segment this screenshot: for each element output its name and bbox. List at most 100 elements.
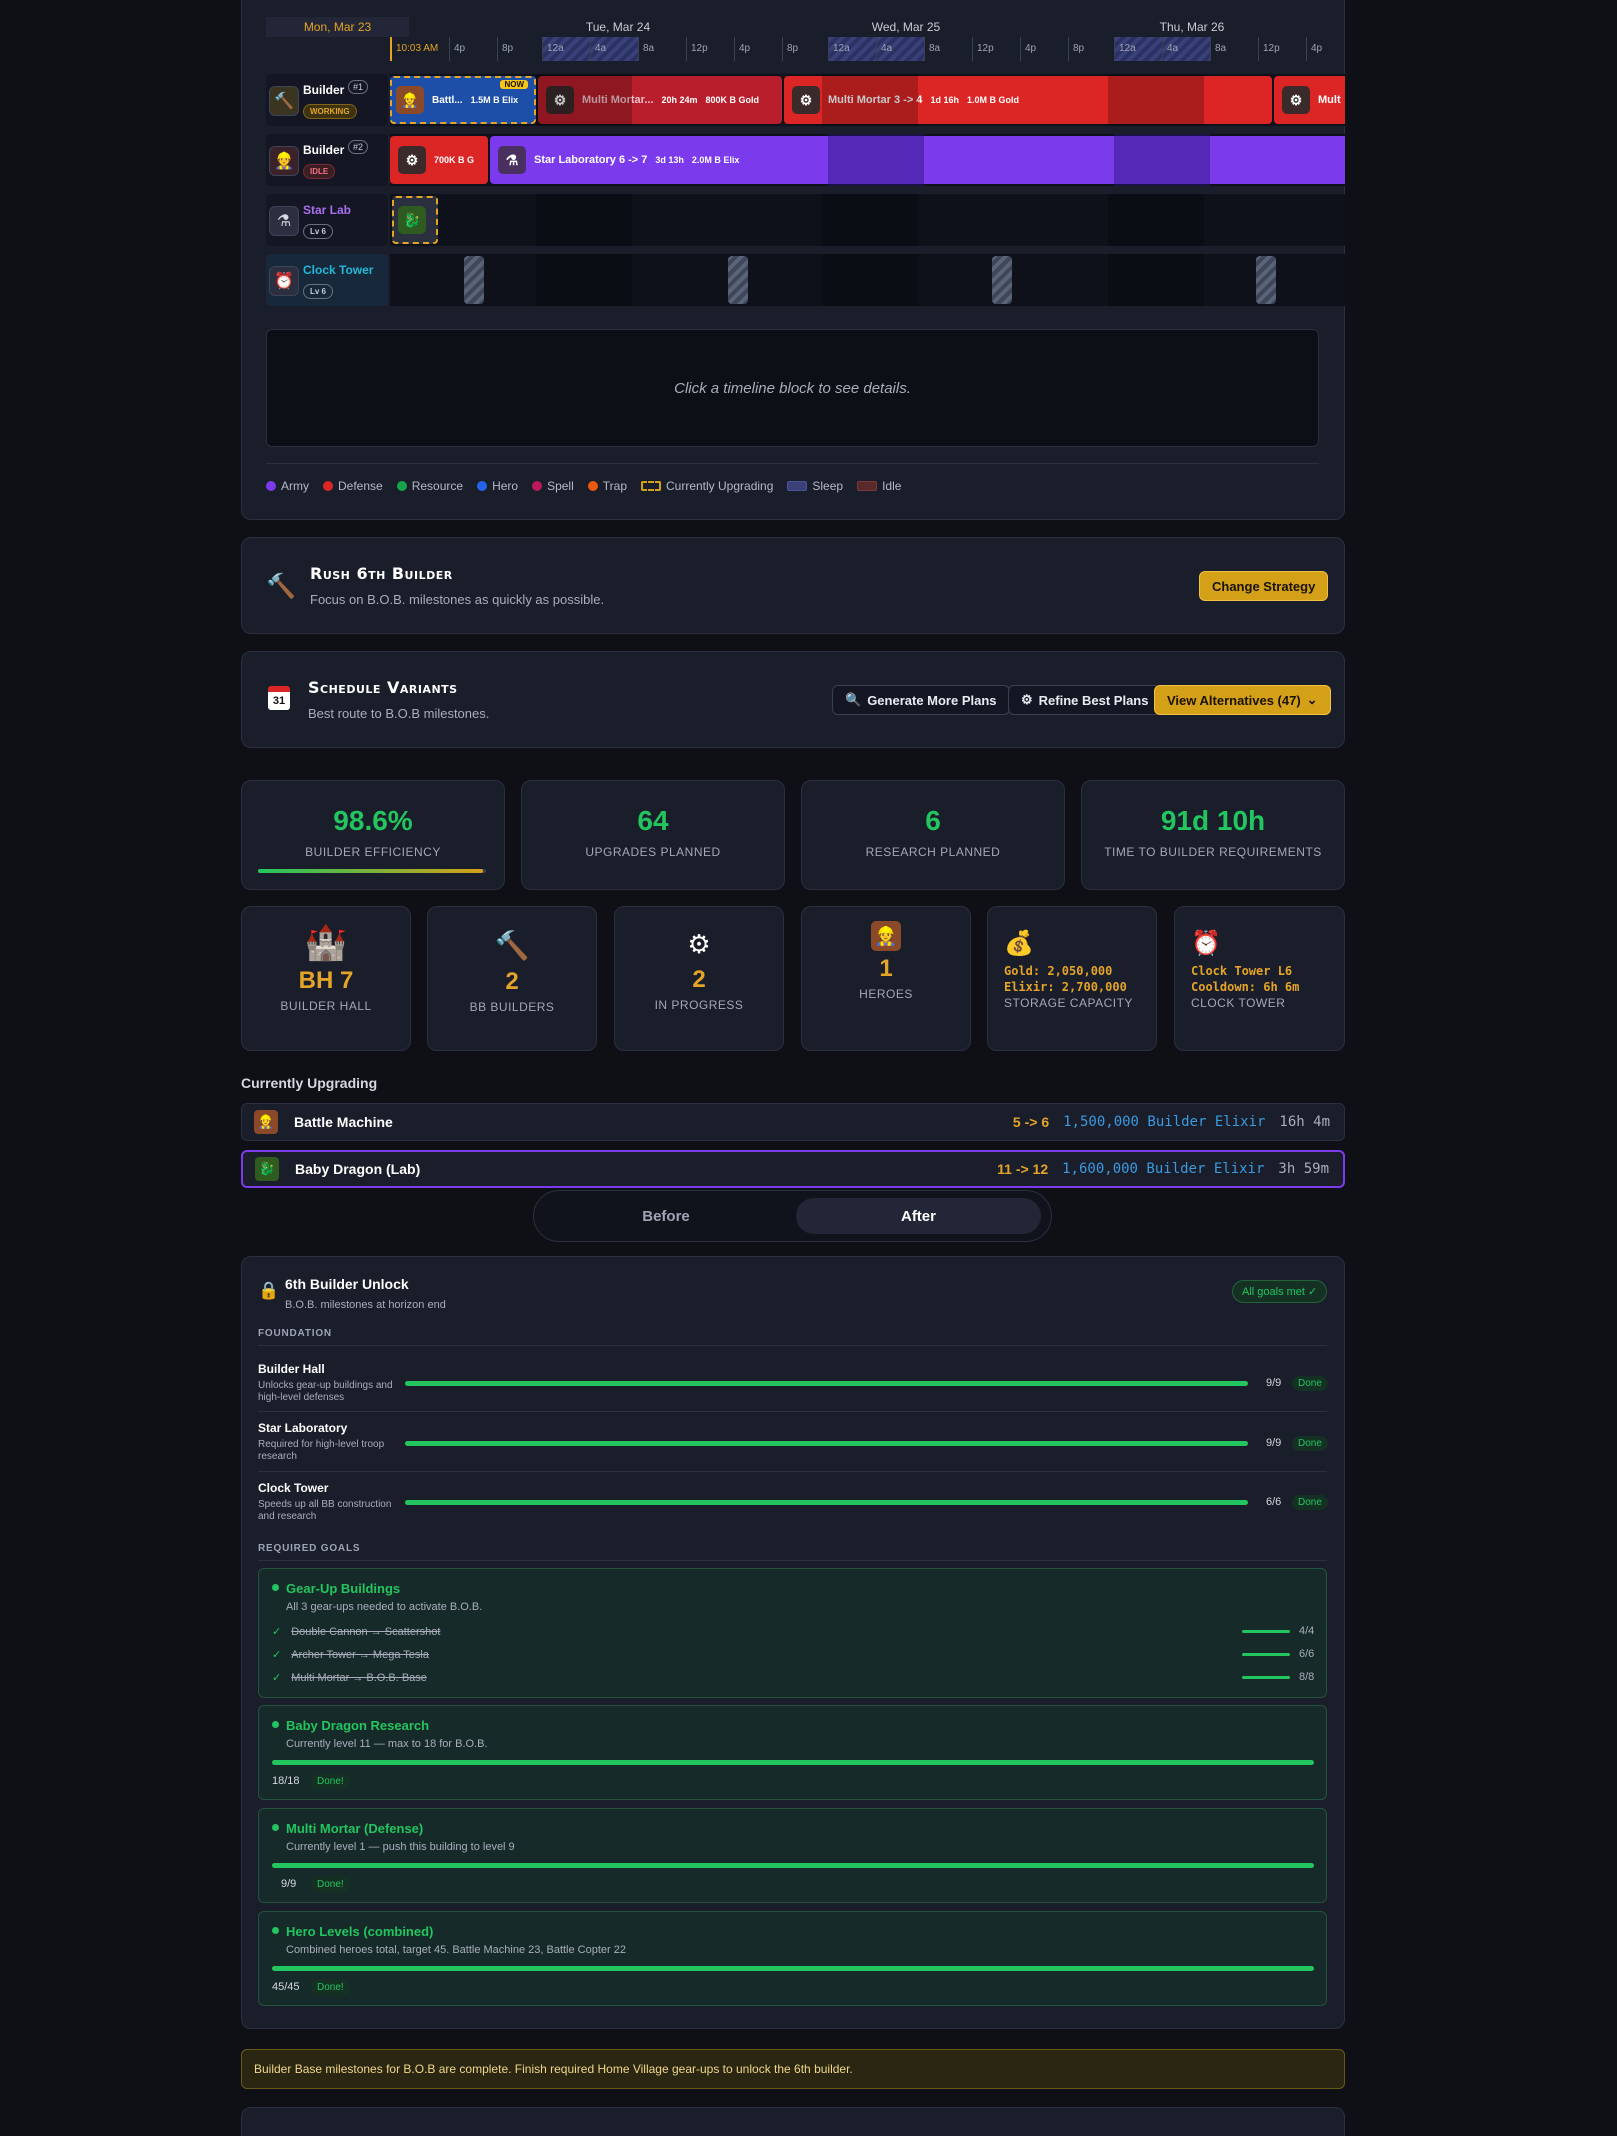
builder-2-lane: ⚙ 700K B G ⚗ Star Laboratory 6 -> 7 3d 1… [390,134,1345,186]
foundation-name: Builder Hall [258,1362,325,1376]
timeline-block[interactable]: ⚙ Mult [1274,76,1345,124]
star-lab-icon: ⚗ [498,146,526,174]
stat-label: BB BUILDERS [469,1000,555,1014]
hour-label: 12p [1258,37,1306,61]
tab-before[interactable]: Before [546,1198,786,1234]
legend-label: Spell [547,479,574,493]
sleep-shade [828,134,924,186]
battle-machine-icon: 👷 [396,86,424,114]
legend-swatch [641,481,661,491]
gearup-item: ✓ Multi Mortar → B.O.B. Base [272,1671,427,1684]
stat-label: BUILDER HALL [280,999,372,1013]
sleep-shade [536,254,632,306]
variants-title: Schedule Variants [308,678,458,697]
progress-bar [405,1500,1248,1505]
view-alternatives-button[interactable]: View Alternatives (47) ⌄ [1154,685,1331,715]
legend-item: Defense [323,479,383,493]
hour-label: 4a [590,37,638,61]
sleep-shade [536,74,632,126]
legend-label: Idle [882,479,902,493]
change-strategy-button[interactable]: Change Strategy [1199,571,1329,601]
sleep-shade [536,194,632,246]
stat-value: 1 [879,955,893,982]
efficiency-bar-fill [258,869,483,873]
sleep-shade [822,74,918,126]
timeline-block[interactable]: 🐉 [392,196,438,244]
upgrading-item[interactable]: 👷 Battle Machine 5 -> 6 1,500,000 Builde… [241,1103,1345,1141]
goal-card: Baby Dragon Research Currently level 11 … [258,1705,1327,1800]
goal-count: 9/9 [281,1878,297,1890]
tab-after[interactable]: After [796,1198,1041,1234]
multi-mortar-icon: ⚙ [398,146,426,174]
legend-label: Resource [411,479,464,493]
clock-tower-icon: ⏰ [269,266,299,296]
star-lab-icon: ⚗ [269,206,299,236]
legend-item: Resource [396,479,464,493]
stat-label: TIME TO BUILDER REQUIREMENTS [1104,845,1322,859]
block-label: Star Laboratory 6 -> 7 [534,154,648,166]
hammer-icon: 🔨 [494,930,530,961]
foundation-desc: Unlocks gear-up buildings and high-level… [258,1380,393,1403]
goal-title: Baby Dragon Research [286,1718,430,1733]
progress-bar [405,1441,1248,1446]
foundation-desc: Required for high-level troop research [258,1439,385,1462]
stat-label: IN PROGRESS [654,998,744,1012]
chevron-down-icon: ⌄ [1306,692,1318,707]
gearup-name: Archer Tower → Mega Tesla [291,1649,429,1661]
upgrading-item[interactable]: 🐉 Baby Dragon (Lab) 11 -> 12 1,600,000 B… [241,1150,1345,1188]
progress-bar [405,1381,1248,1386]
clock-tower-card: ⏰ Clock Tower L6 Cooldown: 6h 6m CLOCK T… [1174,906,1345,1051]
block-time: 20h 24m [661,95,698,105]
storage-card: 💰 Gold: 2,050,000 Elixir: 2,700,000 STOR… [987,906,1157,1051]
generate-plans-button[interactable]: 🔍 Generate More Plans [832,685,1010,715]
done-pill: Done! [311,1774,350,1789]
stat-value: 64 [637,805,669,836]
foundation-name: Clock Tower [258,1481,329,1495]
clock-boost-block[interactable] [992,256,1012,304]
clock-boost-block[interactable] [464,256,484,304]
item-cost: 1,600,000 Builder Elixir [1062,1161,1265,1177]
sleep-shade [822,194,918,246]
baby-dragon-icon: 🐉 [255,1157,279,1181]
hour-label: 12a [828,37,876,61]
battle-machine-icon: 👷 [254,1110,278,1134]
search-icon: 🔍 [845,692,862,707]
legend-item: Army [266,479,309,493]
hour-label: 4p [449,37,497,61]
done-pill: Done! [311,1980,350,1995]
row-name: Clock Tower [303,263,374,277]
progress-bar [272,1966,1314,1971]
upgrades-planned-stat: 64 UPGRADES PLANNED [521,780,785,890]
timeline-block[interactable]: ⚙ 700K B G [390,136,488,184]
refine-plans-button[interactable]: ⚙ Refine Best Plans [1008,685,1162,715]
money-bag-icon: 💰 [1004,930,1034,957]
gearup-item: ✓ Double Cannon → Scattershot [272,1625,440,1638]
in-progress-card: ⚙ 2 IN PROGRESS [614,906,784,1051]
stat-value: BH 7 [298,967,354,994]
builder-hall-card: 🏰 BH 7 BUILDER HALL [241,906,411,1051]
hour-row: 10:03 AM 4p 8p 12a 4a 8a 12p 4p 8p 12a 4… [266,37,1345,61]
clock-boost-block[interactable] [1256,256,1276,304]
item-time: 3h 59m [1278,1161,1329,1177]
button-label: View Alternatives (47) [1167,692,1301,708]
gearup-name: Multi Mortar → B.O.B. Base [291,1672,427,1684]
goal-count: 45/45 [272,1981,300,1993]
block-label: 700K B G [434,155,475,165]
done-pill: Done [1292,1376,1328,1391]
divider [258,1560,1327,1561]
timeline-block[interactable]: 👷 Battl... 1.5M B Elix NOW [390,76,536,124]
status-dot [272,1584,279,1591]
clock-tower-icon: ⏰ [1191,930,1221,957]
block-cost: 2.0M B Elix [691,155,740,165]
block-cost: 1.0M B Gold [966,95,1019,105]
gearup-count: 6/6 [1299,1648,1315,1660]
now-marker: 10:03 AM [390,37,450,61]
day-label: Mon, Mar 23 [266,17,409,37]
variants-subtitle: Best route to B.O.B milestones. [308,706,490,721]
day-spacer [409,17,419,37]
clock-boost-block[interactable] [728,256,748,304]
stat-label: BUILDER EFFICIENCY [305,845,441,859]
block-time: 3d 13h [655,155,684,165]
builder-number: #2 [348,140,369,154]
strategy-title: Rush 6th Builder [310,564,453,583]
